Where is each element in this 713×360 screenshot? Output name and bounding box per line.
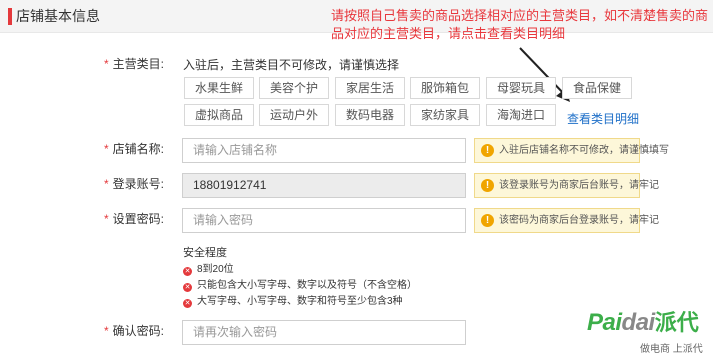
category-option[interactable]: 虚拟商品 [184, 104, 254, 126]
password-strength-title: 安全程度 [183, 247, 227, 259]
category-option[interactable]: 母婴玩具 [486, 77, 556, 99]
category-option[interactable]: 海淘进口 [486, 104, 556, 126]
category-label: * 主营类目: [103, 57, 164, 71]
confirm-password-input[interactable]: 请再次输入密码 [182, 320, 466, 345]
category-hint: 入驻后，主营类目不可修改，请谨慎选择 [183, 58, 400, 72]
account-tip: ! 该登录账号为商家后台账号，请牢记 [474, 173, 659, 198]
password-input[interactable]: 请输入密码 [182, 208, 466, 233]
warning-icon: ! [481, 179, 494, 192]
category-option[interactable]: 美容个护 [259, 77, 329, 99]
error-x-icon: ✕ [183, 267, 192, 276]
category-option[interactable]: 家纺家具 [410, 104, 480, 126]
shop-name-label: * 店铺名称: [103, 142, 164, 156]
category-option[interactable]: 水果生鲜 [184, 77, 254, 99]
category-option[interactable]: 服饰箱包 [410, 77, 480, 99]
account-field: 18801912741 [182, 173, 466, 198]
tip-text: 该登录账号为商家后台账号，请牢记 [499, 180, 659, 191]
tip-text: 入驻后店铺名称不可修改，请谨慎填写 [499, 145, 669, 156]
category-option[interactable]: 运动户外 [259, 104, 329, 126]
shop-name-input[interactable]: 请输入店铺名称 [182, 138, 466, 163]
error-x-icon: ✕ [183, 299, 192, 308]
watermark-slogan: 做电商 上派代 [640, 344, 703, 355]
account-label: * 登录账号: [103, 177, 164, 191]
password-label: * 设置密码: [103, 212, 164, 226]
shop-name-tip: ! 入驻后店铺名称不可修改，请谨慎填写 [474, 138, 669, 163]
warning-icon: ! [481, 214, 494, 227]
paidai-logo: Paidai派代 [587, 309, 699, 336]
error-x-icon: ✕ [183, 283, 192, 292]
view-category-details-link[interactable]: 查看类目明细 [567, 110, 639, 127]
category-option[interactable]: 家居生活 [335, 77, 405, 99]
password-rule: ✕ 大写字母、小写字母、数字和符号至少包含3种 [183, 296, 403, 308]
tip-text: 该密码为商家后台登录账号，请牢记 [499, 215, 659, 226]
warning-icon: ! [481, 144, 494, 157]
password-rule: ✕ 只能包含大小写字母、数字以及符号（不含空格） [183, 280, 417, 292]
category-option[interactable]: 食品保健 [562, 77, 632, 99]
password-rule: ✕ 8到20位 [183, 264, 234, 276]
password-tip: ! 该密码为商家后台登录账号，请牢记 [474, 208, 659, 233]
confirm-password-label: * 确认密码: [103, 324, 164, 338]
category-option[interactable]: 数码电器 [335, 104, 405, 126]
